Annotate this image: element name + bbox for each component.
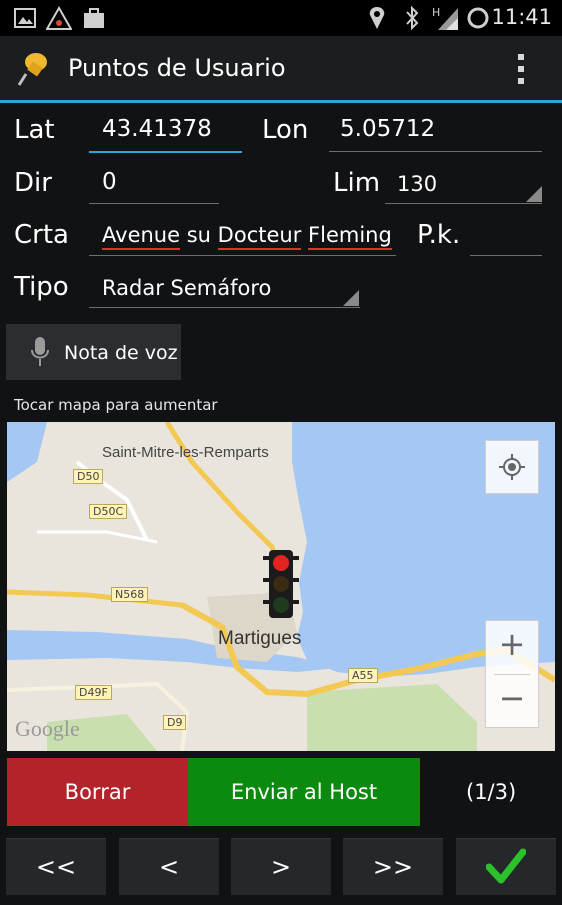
lim-select[interactable]: 130 — [397, 172, 437, 196]
image-notification-icon — [14, 8, 36, 28]
lon-label: Lon — [262, 115, 309, 145]
lon-input-underline — [329, 151, 542, 152]
svg-text:H: H — [432, 6, 440, 19]
voice-note-button[interactable]: Nota de voz — [6, 324, 181, 380]
dir-input[interactable]: 0 — [102, 169, 117, 195]
confirm-button[interactable] — [456, 838, 556, 895]
pk-label: P.k. — [417, 220, 461, 250]
next-button[interactable]: > — [231, 838, 331, 895]
clock: 11:41 — [491, 5, 552, 29]
microphone-icon — [31, 337, 49, 366]
road-label: N568 — [111, 587, 149, 602]
map-place-label: Martigues — [218, 628, 302, 649]
tipo-select[interactable]: Radar Semáforo — [102, 276, 271, 300]
traffic-light-marker-icon[interactable] — [261, 548, 301, 620]
send-to-host-button[interactable]: Enviar al Host — [188, 758, 420, 826]
zoom-in-button[interactable]: + — [486, 625, 538, 663]
lim-label: Lim — [333, 168, 381, 198]
crta-word: su — [186, 223, 211, 247]
location-icon — [369, 7, 385, 29]
map-view[interactable]: Saint-Mitre-les-Remparts Martigues D50 D… — [7, 422, 555, 751]
signal-icon: H — [432, 6, 458, 30]
crta-word: Fleming — [308, 223, 392, 250]
my-location-button[interactable] — [485, 440, 539, 494]
zoom-out-button[interactable]: − — [486, 679, 538, 717]
zoom-divider — [494, 674, 530, 675]
road-label: D50C — [89, 504, 128, 519]
road-label: D49F — [75, 685, 112, 700]
crta-word: Docteur — [217, 223, 302, 250]
battery-sync-icon — [467, 7, 489, 29]
dir-input-underline — [89, 203, 219, 204]
crta-input[interactable]: Avenue su Docteur Fleming — [102, 223, 392, 250]
first-button[interactable]: << — [6, 838, 106, 895]
record-counter: (1/3) — [466, 780, 517, 804]
lat-input-underline — [89, 151, 242, 153]
lon-input[interactable]: 5.05712 — [340, 116, 435, 142]
action-bar: Puntos de Usuario — [0, 36, 562, 103]
previous-button[interactable]: < — [119, 838, 219, 895]
last-button[interactable]: >> — [343, 838, 443, 895]
road-label: D50 — [73, 469, 104, 484]
pk-input-underline — [470, 255, 542, 256]
google-logo: Google — [15, 716, 80, 741]
map-hint: Tocar mapa para aumentar — [14, 396, 218, 414]
dir-label: Dir — [14, 168, 52, 198]
voice-note-label: Nota de voz — [64, 342, 178, 364]
briefcase-notification-icon — [84, 8, 104, 28]
lim-dropdown-icon[interactable] — [526, 186, 542, 202]
overflow-menu-icon[interactable] — [516, 52, 526, 86]
tipo-dropdown-icon[interactable] — [343, 290, 359, 306]
lat-input[interactable]: 43.41378 — [102, 116, 212, 142]
page-title: Puntos de Usuario — [68, 54, 286, 82]
alert-notification-icon — [46, 6, 72, 30]
pushpin-icon — [17, 53, 47, 86]
crta-input-underline — [89, 255, 396, 256]
lat-label: Lat — [14, 115, 55, 145]
tipo-label: Tipo — [14, 272, 69, 302]
road-label: D9 — [163, 715, 187, 730]
checkmark-icon — [485, 848, 527, 884]
crta-word: Avenue — [102, 223, 181, 250]
crosshair-icon — [499, 454, 525, 480]
zoom-controls: + − — [485, 620, 539, 728]
delete-button[interactable]: Borrar — [7, 758, 188, 826]
crta-label: Crta — [14, 220, 69, 250]
status-bar: H 11:41 — [0, 0, 562, 36]
bluetooth-icon — [406, 5, 419, 31]
map-place-label: Saint-Mitre-les-Remparts — [102, 444, 269, 461]
road-label: A55 — [348, 668, 378, 683]
tipo-select-underline — [89, 307, 360, 308]
send-to-host-button-label: Enviar al Host — [230, 780, 378, 804]
delete-button-label: Borrar — [64, 780, 131, 804]
lim-select-underline — [385, 203, 542, 204]
